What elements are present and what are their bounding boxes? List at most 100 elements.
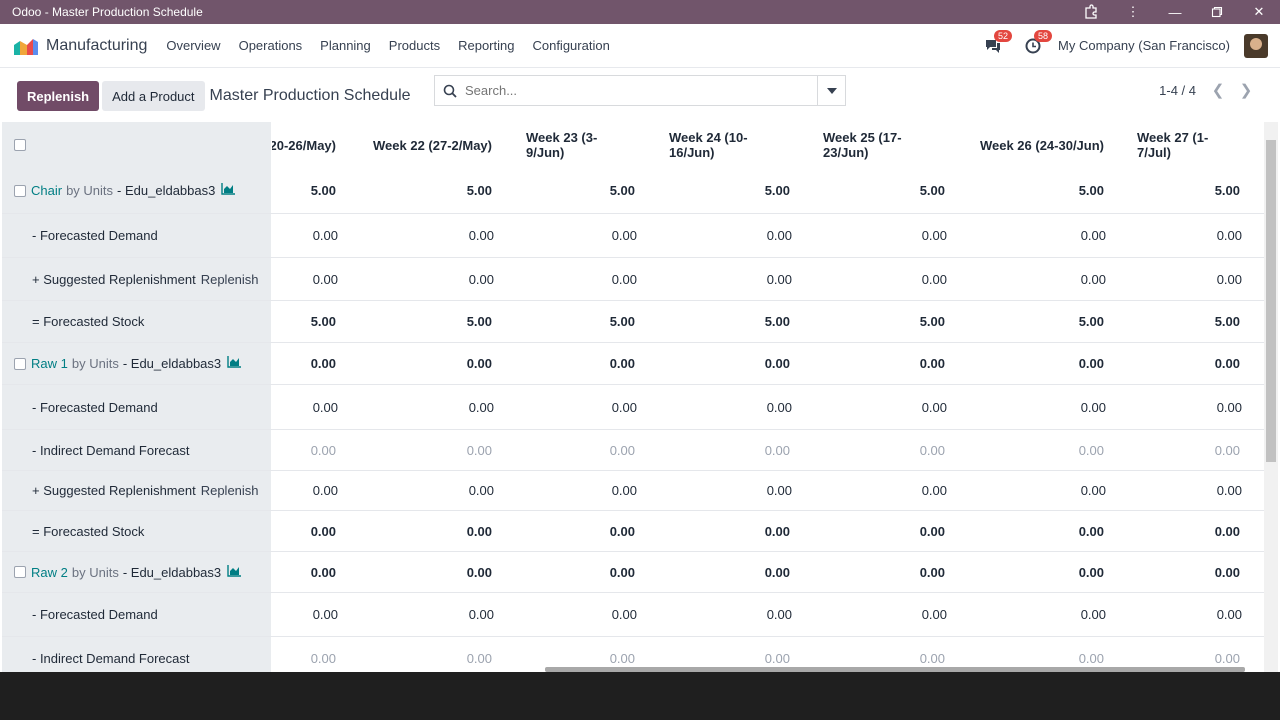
value-cell[interactable]: 0.00 (1137, 258, 1242, 300)
area-chart-icon[interactable] (227, 356, 242, 371)
value-cell[interactable]: 0.00 (979, 214, 1106, 257)
app-brand[interactable]: Manufacturing (0, 37, 147, 55)
value-cell[interactable]: 0.00 (370, 258, 494, 300)
vertical-scrollbar[interactable] (1264, 122, 1278, 672)
menu-reporting[interactable]: Reporting (449, 38, 523, 53)
quantity-input[interactable]: 0.00 (469, 272, 494, 287)
replenish-row-button[interactable]: Replenish (201, 272, 259, 287)
value-cell[interactable]: 0.00 (526, 258, 637, 300)
product-checkbox[interactable] (14, 357, 26, 370)
value-cell[interactable]: 0.00 (669, 385, 792, 429)
value-cell[interactable]: 0.00 (669, 214, 792, 257)
product-name-link[interactable]: Chair (31, 183, 62, 198)
value-cell[interactable]: 0.00 (823, 593, 947, 636)
value-cell[interactable]: 0.00 (1137, 471, 1242, 510)
select-all-checkbox[interactable] (14, 139, 26, 151)
replenish-button[interactable]: Replenish (17, 81, 100, 111)
value-cell[interactable]: 0.00 (979, 471, 1106, 510)
quantity-input[interactable]: 0.00 (1081, 483, 1106, 498)
value-cell[interactable]: 0.00 (370, 385, 494, 429)
product-checkbox[interactable] (14, 184, 26, 197)
quantity-input[interactable]: 0.00 (1217, 483, 1242, 498)
value-cell[interactable]: 0.00 (979, 593, 1106, 636)
value-cell[interactable]: 0.00 (272, 471, 338, 510)
value-cell[interactable]: 0.00 (272, 258, 338, 300)
value-cell[interactable]: 0.00 (272, 385, 338, 429)
value-cell[interactable]: 0.00 (1137, 385, 1242, 429)
menu-overview[interactable]: Overview (157, 38, 229, 53)
quantity-input[interactable]: 0.00 (313, 272, 338, 287)
search-options-toggle[interactable] (817, 76, 845, 105)
pager-next-button[interactable]: ❯ (1232, 81, 1260, 99)
pager-value[interactable]: 1-4 / 4 (1159, 83, 1196, 98)
search-input[interactable] (465, 83, 817, 98)
vertical-scrollbar-thumb[interactable] (1266, 140, 1276, 462)
quantity-input[interactable]: 0.00 (612, 272, 637, 287)
quantity-input[interactable]: 0.00 (767, 272, 792, 287)
menu-configuration[interactable]: Configuration (523, 38, 618, 53)
quantity-input[interactable]: 0.00 (767, 228, 792, 243)
value-cell[interactable]: 0.00 (669, 258, 792, 300)
area-chart-icon[interactable] (221, 183, 236, 198)
quantity-input[interactable]: 0.00 (1217, 272, 1242, 287)
quantity-input[interactable]: 0.00 (922, 228, 947, 243)
replenish-row-button[interactable]: Replenish (201, 483, 259, 498)
product-name-link[interactable]: Raw 2 (31, 565, 68, 580)
add-product-button[interactable]: Add a Product (102, 81, 205, 111)
minimize-icon[interactable]: — (1154, 0, 1196, 24)
quantity-input[interactable]: 0.00 (922, 607, 947, 622)
maximize-icon[interactable] (1196, 0, 1238, 24)
value-cell[interactable]: 0.00 (370, 214, 494, 257)
value-cell[interactable]: 0.00 (370, 471, 494, 510)
value-cell[interactable]: 0.00 (526, 593, 637, 636)
menu-planning[interactable]: Planning (311, 38, 380, 53)
pager-previous-button[interactable]: ❮ (1204, 81, 1232, 99)
product-checkbox[interactable] (14, 566, 26, 578)
quantity-input[interactable]: 0.00 (612, 400, 637, 415)
quantity-input[interactable]: 0.00 (1081, 228, 1106, 243)
quantity-input[interactable]: 0.00 (469, 607, 494, 622)
menu-products[interactable]: Products (380, 38, 449, 53)
quantity-input[interactable]: 0.00 (1081, 607, 1106, 622)
quantity-input[interactable]: 0.00 (313, 607, 338, 622)
value-cell[interactable]: 0.00 (272, 214, 338, 257)
quantity-input[interactable]: 0.00 (313, 228, 338, 243)
value-cell[interactable]: 0.00 (823, 471, 947, 510)
quantity-input[interactable]: 0.00 (767, 400, 792, 415)
quantity-input[interactable]: 0.00 (313, 400, 338, 415)
value-cell[interactable]: 0.00 (526, 214, 637, 257)
quantity-input[interactable]: 0.00 (767, 483, 792, 498)
area-chart-icon[interactable] (227, 564, 242, 580)
value-cell[interactable]: 0.00 (823, 214, 947, 257)
quantity-input[interactable]: 0.00 (1217, 607, 1242, 622)
quantity-input[interactable]: 0.00 (469, 483, 494, 498)
menu-operations[interactable]: Operations (230, 38, 312, 53)
value-cell[interactable]: 0.00 (669, 593, 792, 636)
more-options-icon[interactable]: ⋮ (1112, 0, 1154, 24)
quantity-input[interactable]: 0.00 (1081, 400, 1106, 415)
messages-button[interactable]: 52 (978, 29, 1013, 58)
value-cell[interactable]: 0.00 (979, 385, 1106, 429)
quantity-input[interactable]: 0.00 (469, 400, 494, 415)
quantity-input[interactable]: 0.00 (1217, 400, 1242, 415)
quantity-input[interactable]: 0.00 (313, 483, 338, 498)
close-icon[interactable]: ✕ (1238, 0, 1280, 24)
value-cell[interactable]: 0.00 (526, 385, 637, 429)
extensions-icon[interactable] (1070, 0, 1112, 24)
quantity-input[interactable]: 0.00 (922, 400, 947, 415)
value-cell[interactable]: 0.00 (1137, 214, 1242, 257)
value-cell[interactable]: 0.00 (669, 471, 792, 510)
quantity-input[interactable]: 0.00 (922, 483, 947, 498)
quantity-input[interactable]: 0.00 (612, 483, 637, 498)
value-cell[interactable]: 0.00 (370, 593, 494, 636)
activities-button[interactable]: 58 (1018, 29, 1053, 58)
company-switcher[interactable]: My Company (San Francisco) (1058, 38, 1230, 53)
quantity-input[interactable]: 0.00 (612, 228, 637, 243)
quantity-input[interactable]: 0.00 (469, 228, 494, 243)
value-cell[interactable]: 0.00 (823, 258, 947, 300)
user-avatar[interactable] (1244, 33, 1268, 58)
quantity-input[interactable]: 0.00 (1217, 228, 1242, 243)
quantity-input[interactable]: 0.00 (767, 607, 792, 622)
value-cell[interactable]: 0.00 (979, 258, 1106, 300)
value-cell[interactable]: 0.00 (526, 471, 637, 510)
